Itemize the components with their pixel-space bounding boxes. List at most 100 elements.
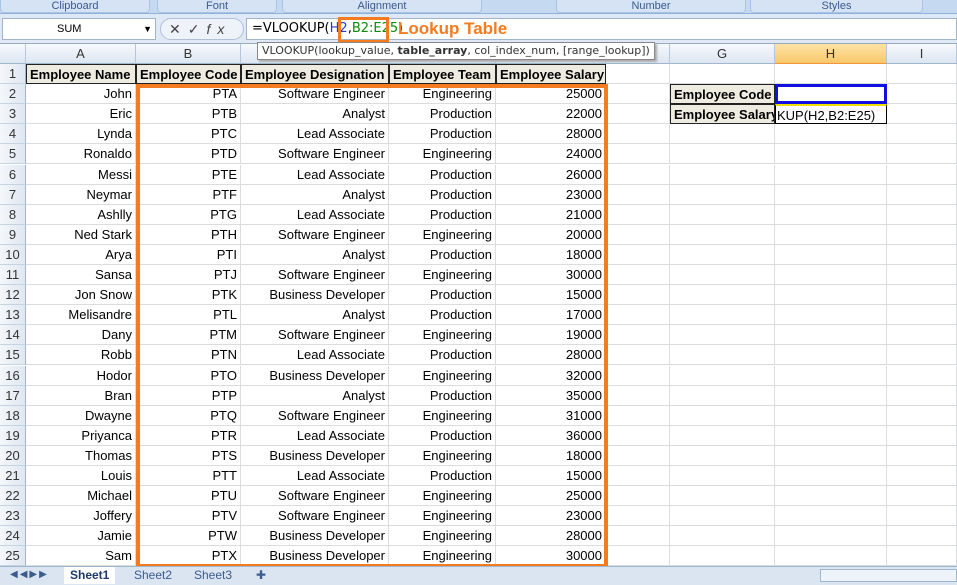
row-header[interactable]: 8 — [0, 204, 26, 225]
table-cell[interactable]: Robb — [26, 345, 136, 366]
table-cell[interactable]: PTL — [136, 305, 241, 326]
cell[interactable] — [887, 104, 957, 125]
table-cell[interactable]: Lead Associate — [241, 345, 389, 366]
table-cell[interactable]: Lead Associate — [241, 204, 389, 225]
table-cell[interactable]: Production — [389, 104, 496, 125]
employee-code-label[interactable]: Employee Code — [670, 84, 775, 105]
row-header[interactable]: 23 — [0, 506, 26, 527]
cell[interactable] — [670, 546, 775, 567]
ribbon-group-styles[interactable]: Styles — [750, 0, 923, 13]
cell[interactable] — [606, 64, 670, 85]
table-cell[interactable]: Business Developer — [241, 526, 389, 547]
cell[interactable] — [606, 486, 670, 507]
column-header-a[interactable]: A — [26, 44, 136, 64]
table-cell[interactable]: Ronaldo — [26, 144, 136, 165]
cell[interactable] — [887, 546, 957, 567]
table-cell[interactable]: 18000 — [496, 445, 606, 466]
cell[interactable] — [606, 405, 670, 426]
table-cell[interactable]: Software Engineer — [241, 265, 389, 286]
cell[interactable] — [670, 466, 775, 487]
table-cell[interactable]: Production — [389, 305, 496, 326]
table-cell[interactable]: Messi — [26, 164, 136, 185]
cell[interactable] — [670, 425, 775, 446]
table-cell[interactable]: Software Engineer — [241, 486, 389, 507]
column-header-i[interactable]: I — [887, 44, 957, 64]
table-cell[interactable]: Lead Associate — [241, 124, 389, 145]
sheet-tab-1[interactable]: Sheet1 — [64, 567, 116, 584]
table-cell[interactable]: 25000 — [496, 84, 606, 105]
employee-code-input[interactable] — [775, 84, 887, 105]
ribbon-group-clipboard[interactable]: Clipboard — [0, 0, 150, 13]
table-cell[interactable]: Lead Associate — [241, 425, 389, 446]
table-cell[interactable]: Engineering — [389, 144, 496, 165]
cell[interactable] — [887, 486, 957, 507]
column-header-g[interactable]: G — [670, 44, 775, 64]
header-cell[interactable]: Employee Name — [26, 64, 136, 85]
cell[interactable] — [670, 506, 775, 527]
cell[interactable] — [887, 506, 957, 527]
row-header[interactable]: 4 — [0, 124, 26, 145]
table-cell[interactable]: PTG — [136, 204, 241, 225]
row-header[interactable]: 3 — [0, 104, 26, 125]
table-cell[interactable]: PTU — [136, 486, 241, 507]
cell[interactable] — [670, 345, 775, 366]
table-cell[interactable]: Production — [389, 164, 496, 185]
row-header[interactable]: 21 — [0, 466, 26, 487]
ribbon-group-font[interactable]: Font — [157, 0, 277, 13]
cell[interactable] — [775, 506, 887, 527]
row-header[interactable]: 9 — [0, 224, 26, 245]
table-cell[interactable]: 24000 — [496, 144, 606, 165]
tooltip-bold-arg[interactable]: table_array — [398, 44, 468, 57]
cell[interactable] — [775, 526, 887, 547]
cell[interactable] — [670, 184, 775, 205]
sheet-tab-3[interactable]: Sheet3 — [188, 567, 238, 584]
table-cell[interactable]: 20000 — [496, 224, 606, 245]
row-header[interactable]: 7 — [0, 184, 26, 205]
table-cell[interactable]: PTV — [136, 506, 241, 527]
cell[interactable] — [887, 345, 957, 366]
cell[interactable] — [775, 224, 887, 245]
cell[interactable] — [775, 64, 887, 85]
row-header[interactable]: 19 — [0, 425, 26, 446]
cell[interactable] — [775, 345, 887, 366]
table-cell[interactable]: 28000 — [496, 124, 606, 145]
cell[interactable] — [606, 164, 670, 185]
cell[interactable] — [887, 124, 957, 145]
table-cell[interactable]: 32000 — [496, 365, 606, 386]
table-cell[interactable]: PTX — [136, 546, 241, 567]
cell[interactable] — [887, 184, 957, 205]
cell[interactable] — [606, 144, 670, 165]
cell[interactable] — [775, 425, 887, 446]
row-header[interactable]: 25 — [0, 546, 26, 567]
table-cell[interactable]: John — [26, 84, 136, 105]
table-cell[interactable]: Joffery — [26, 506, 136, 527]
row-header[interactable]: 14 — [0, 325, 26, 346]
cell[interactable] — [775, 385, 887, 406]
cell[interactable] — [887, 204, 957, 225]
cell[interactable] — [670, 224, 775, 245]
table-cell[interactable]: PTW — [136, 526, 241, 547]
cell[interactable] — [775, 184, 887, 205]
sheet-tab-2[interactable]: Sheet2 — [128, 567, 178, 584]
table-cell[interactable]: Business Developer — [241, 445, 389, 466]
row-header[interactable]: 11 — [0, 265, 26, 286]
cell[interactable] — [670, 445, 775, 466]
insert-sheet-icon[interactable]: ✚ — [250, 567, 272, 584]
table-cell[interactable]: PTC — [136, 124, 241, 145]
cell[interactable] — [670, 164, 775, 185]
table-cell[interactable]: PTK — [136, 285, 241, 306]
cell[interactable] — [670, 144, 775, 165]
table-cell[interactable]: Engineering — [389, 325, 496, 346]
table-cell[interactable]: Engineering — [389, 486, 496, 507]
employee-salary-formula-cell[interactable]: KUP(H2,B2:E25) — [775, 104, 887, 125]
table-cell[interactable]: Production — [389, 204, 496, 225]
table-cell[interactable]: Lead Associate — [241, 164, 389, 185]
table-cell[interactable]: Production — [389, 385, 496, 406]
table-cell[interactable]: 25000 — [496, 486, 606, 507]
table-cell[interactable]: 17000 — [496, 305, 606, 326]
cell[interactable] — [887, 164, 957, 185]
cell[interactable] — [775, 144, 887, 165]
table-cell[interactable]: Analyst — [241, 385, 389, 406]
table-cell[interactable]: PTD — [136, 144, 241, 165]
cell[interactable] — [775, 204, 887, 225]
